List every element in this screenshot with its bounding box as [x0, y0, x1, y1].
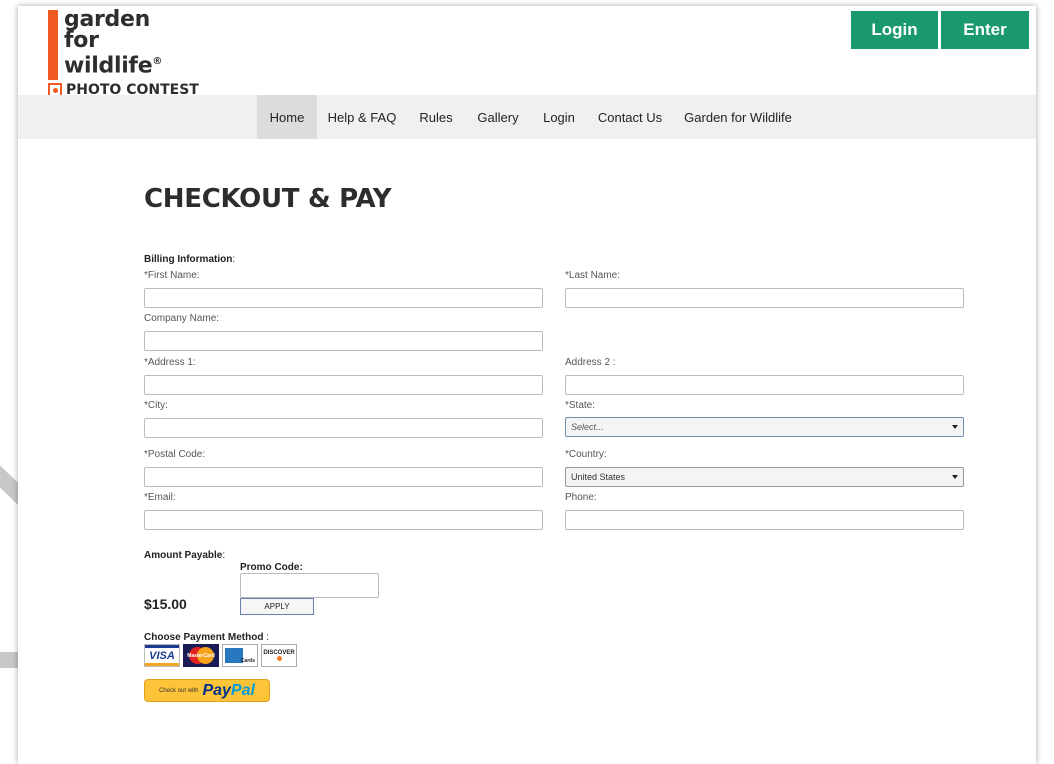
state-select-value: Select... — [571, 422, 604, 432]
chevron-down-icon — [952, 475, 958, 479]
nav-item-login[interactable]: Login — [534, 95, 584, 139]
address2-input[interactable] — [565, 375, 964, 395]
last-name-label: *Last Name: — [565, 270, 621, 281]
first-name-input[interactable] — [144, 288, 543, 308]
phone-label: Phone: — [565, 492, 597, 503]
nav-item-home[interactable]: Home — [257, 95, 317, 139]
city-label: *City: — [144, 400, 168, 411]
mastercard-text: MasterCard — [187, 652, 215, 659]
address1-label: *Address 1: — [144, 357, 196, 368]
last-name-input[interactable] — [565, 288, 964, 308]
country-select-value: United States — [571, 472, 626, 482]
email-input[interactable] — [144, 510, 543, 530]
amount-label-text: Amount Payable — [144, 550, 223, 561]
mastercard-icon[interactable]: MasterCard — [183, 644, 219, 667]
logo-wildlife-text: wildlife — [64, 53, 153, 79]
state-select[interactable]: Select... — [565, 417, 964, 437]
promo-code-label: Promo Code: — [240, 562, 303, 573]
header-enter-button[interactable]: Enter — [941, 11, 1029, 49]
page-container: garden for wildlife® PHOTO CONTEST Login… — [18, 6, 1036, 764]
registered-mark: ® — [152, 56, 163, 67]
logo-line-wildlife: wildlife® — [64, 52, 163, 79]
visa-stripe-bottom — [145, 663, 179, 666]
postal-code-label: *Postal Code: — [144, 449, 206, 460]
billing-section-label: Billing Information: — [144, 254, 235, 265]
payment-method-label: Choose Payment Method : — [144, 632, 269, 643]
postal-code-input[interactable] — [144, 467, 543, 487]
email-label: *Email: — [144, 492, 176, 503]
billing-label-text: Billing Information — [144, 254, 233, 265]
apply-promo-button[interactable]: APPLY — [240, 598, 314, 615]
header-login-button[interactable]: Login — [851, 11, 938, 49]
nav-item-help-faq[interactable]: Help & FAQ — [322, 95, 402, 139]
promo-code-input[interactable] — [240, 573, 379, 598]
phone-input[interactable] — [565, 510, 964, 530]
amount-label-colon: : — [222, 550, 226, 561]
country-select[interactable]: United States — [565, 467, 964, 487]
page-title: CHECKOUT & PAY — [144, 184, 392, 214]
paypal-checkout-button[interactable]: Check out with PayPal — [144, 679, 270, 702]
state-label: *State: — [565, 400, 596, 411]
amex-card-icon[interactable]: Cards — [222, 644, 258, 667]
nav-item-garden-for-wildlife[interactable]: Garden for Wildlife — [678, 95, 798, 139]
payment-label-colon: : — [263, 632, 270, 643]
nav-item-contact-us[interactable]: Contact Us — [592, 95, 668, 139]
company-name-label: Company Name: — [144, 313, 220, 324]
nav-item-gallery[interactable]: Gallery — [470, 95, 526, 139]
company-name-input[interactable] — [144, 331, 543, 351]
discover-dot — [276, 656, 282, 661]
main-nav: Home Help & FAQ Rules Gallery Login Cont… — [18, 95, 1036, 139]
city-input[interactable] — [144, 418, 543, 438]
billing-label-colon: : — [232, 254, 236, 265]
nav-item-rules[interactable]: Rules — [410, 95, 462, 139]
discover-card-icon[interactable]: DISCOVER — [261, 644, 297, 667]
country-label: *Country: — [565, 449, 607, 460]
paypal-small-text: Check out with — [159, 687, 199, 694]
payment-cards: VISA MasterCard Cards DISCOVER — [144, 644, 297, 667]
visa-card-icon[interactable]: VISA — [144, 644, 180, 667]
amount-value: $15.00 — [144, 596, 187, 612]
paypal-pal-text: Pal — [230, 681, 255, 699]
amount-payable-label: Amount Payable: — [144, 550, 225, 561]
amex-text: Cards — [240, 658, 255, 664]
paypal-logo: PayPal — [202, 682, 254, 700]
logo-line-garden: garden — [64, 7, 150, 32]
paypal-pay-text: Pay — [202, 681, 231, 699]
logo-line-for: for — [64, 28, 99, 53]
first-name-label: *First Name: — [144, 270, 200, 281]
logo-nwf-bar — [48, 10, 58, 80]
address1-input[interactable] — [144, 375, 543, 395]
site-logo[interactable]: garden for wildlife® PHOTO CONTEST — [48, 7, 228, 100]
visa-text: VISA — [149, 649, 175, 662]
address2-label: Address 2 : — [565, 357, 616, 368]
payment-label-text: Choose Payment Method — [144, 632, 264, 643]
chevron-down-icon — [952, 425, 958, 429]
